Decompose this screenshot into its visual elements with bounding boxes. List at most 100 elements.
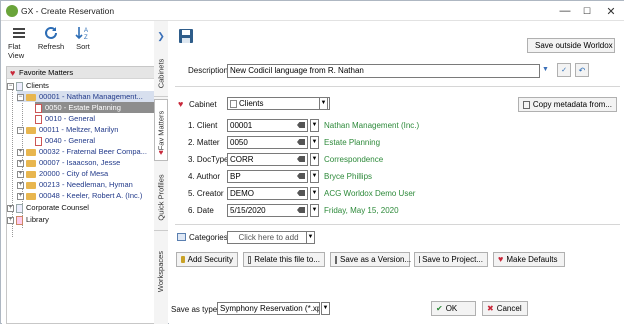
- tree-header-label: Favorite Matters: [19, 68, 74, 77]
- app-logo-icon: [6, 5, 18, 17]
- folder-icon: [26, 93, 36, 101]
- tree-item-client-00048[interactable]: +00048 - Keeler, Robert A. (Inc.): [17, 190, 165, 201]
- folder-icon: [26, 159, 36, 167]
- tree-item-label: 0050 - Estate Planning: [45, 103, 121, 112]
- tab-cabinets[interactable]: Cabinets: [154, 51, 168, 97]
- tree-item-client-00011[interactable]: − 00011 - Meltzer, Marilyn: [17, 124, 165, 135]
- expand-icon[interactable]: +: [7, 204, 14, 212]
- add-security-button[interactable]: Add Security: [176, 252, 238, 267]
- client-input[interactable]: 00001: [227, 119, 308, 132]
- save-outside-label: Save outside Worldox: [535, 41, 613, 50]
- save-as-type-select[interactable]: Symphony Reservation (*.xpf): [217, 302, 320, 315]
- tree-item-label: Corporate Counsel: [26, 203, 89, 212]
- creator-description: ACG Worldox Demo User: [324, 189, 416, 198]
- tab-quick-profiles[interactable]: Quick Profiles: [154, 165, 168, 231]
- tree-item-client-00213[interactable]: +00213 - Needleman, Hyman: [17, 179, 165, 190]
- window-title: GX - Create Reservation: [21, 6, 115, 16]
- title-bar: GX - Create Reservation — ☐ ✕: [1, 1, 624, 21]
- tree-item-matter-0010[interactable]: 0010 - General: [35, 113, 165, 124]
- expand-icon[interactable]: +: [17, 192, 24, 200]
- save-outside-worldox-button[interactable]: Save outside Worldox: [527, 38, 615, 53]
- add-security-label: Add Security: [187, 255, 233, 264]
- collapse-icon[interactable]: −: [17, 126, 24, 134]
- refresh-button[interactable]: Refresh: [34, 24, 68, 51]
- favorite-cabinet-icon: ♥: [178, 99, 184, 109]
- collapse-panel-icon[interactable]: ❯: [154, 29, 168, 43]
- expand-icon[interactable]: +: [17, 181, 24, 189]
- description-input[interactable]: New Codicil language from R. Nathan: [227, 64, 540, 78]
- tab-workspaces[interactable]: Workspaces: [154, 243, 168, 299]
- client-dropdown-icon[interactable]: ▼: [310, 119, 319, 132]
- description-dropdown-icon[interactable]: ▼: [542, 66, 549, 73]
- tree-item-client-00001[interactable]: − 00001 - Nathan Management...: [17, 91, 165, 102]
- author-dropdown-icon[interactable]: ▼: [310, 170, 319, 183]
- cabinet-label: Cabinet: [189, 100, 217, 109]
- date-dropdown-icon[interactable]: ▼: [310, 204, 319, 217]
- tree-item-client-00032[interactable]: +00032 - Fraternal Beer Compa...: [17, 146, 165, 157]
- date-input[interactable]: 5/15/2020: [227, 204, 308, 217]
- cabinet-dropdown-icon[interactable]: ▼: [319, 97, 328, 110]
- tree-item-corporate-counsel[interactable]: + Corporate Counsel: [7, 202, 165, 213]
- refresh-label: Refresh: [37, 42, 65, 51]
- save-disk-icon[interactable]: [178, 28, 194, 46]
- tree-item-client-20000[interactable]: +20000 - City of Mesa: [17, 168, 165, 179]
- ok-button[interactable]: ✔ OK: [431, 301, 476, 316]
- minimize-button[interactable]: —: [557, 3, 573, 19]
- fav-heart-icon: ♥: [158, 147, 164, 157]
- spellcheck-button[interactable]: ✓: [557, 63, 571, 77]
- save-to-project-label: Save to Project...: [422, 255, 483, 264]
- categories-dropdown-icon[interactable]: ▼: [306, 231, 315, 244]
- tree-item-label: 00001 - Nathan Management...: [39, 92, 143, 101]
- sort-button[interactable]: AZ Sort: [66, 24, 100, 51]
- make-defaults-button[interactable]: ♥ Make Defaults: [493, 252, 565, 267]
- sort-icon: AZ: [66, 24, 100, 42]
- left-panel: Flat View Refresh AZ Sort ♥ Favorite Mat…: [2, 21, 168, 324]
- author-label: 4. Author: [188, 172, 221, 181]
- matter-dropdown-icon[interactable]: ▼: [310, 136, 319, 149]
- expand-icon[interactable]: +: [17, 170, 24, 178]
- tree-item-label: 00011 - Meltzer, Marilyn: [39, 125, 119, 134]
- tab-quick-profiles-label: Quick Profiles: [156, 174, 166, 221]
- expand-icon[interactable]: +: [17, 148, 24, 156]
- doctype-dropdown-icon[interactable]: ▼: [310, 153, 319, 166]
- expand-icon[interactable]: +: [7, 216, 14, 224]
- save-to-project-button[interactable]: Save to Project...: [414, 252, 488, 267]
- author-input[interactable]: BP: [227, 170, 308, 183]
- tree-item-library[interactable]: + Library: [7, 214, 165, 225]
- collapse-icon[interactable]: −: [7, 82, 14, 90]
- undo-button[interactable]: ↶: [575, 63, 589, 77]
- cabinet-select[interactable]: Clients: [227, 97, 330, 110]
- matter-input[interactable]: 0050: [227, 136, 308, 149]
- flat-view-button[interactable]: Flat View: [2, 24, 36, 60]
- tree-item-matter-0040[interactable]: 0040 - General: [35, 135, 165, 146]
- matter-icon: [35, 114, 42, 124]
- doctype-input[interactable]: CORR: [227, 153, 308, 166]
- expand-icon[interactable]: +: [17, 159, 24, 167]
- save-as-type-dropdown-icon[interactable]: ▼: [321, 302, 330, 315]
- maximize-button[interactable]: ☐: [579, 3, 595, 19]
- date-label: 6. Date: [188, 206, 214, 215]
- creator-input[interactable]: DEMO: [227, 187, 308, 200]
- tree-item-clients[interactable]: − Clients: [7, 80, 165, 91]
- cabinet-value: Clients: [239, 99, 264, 108]
- close-button[interactable]: ✕: [603, 3, 619, 19]
- tree-item-label: 0010 - General: [45, 114, 96, 123]
- tree-item-matter-0050[interactable]: 0050 - Estate Planning: [35, 102, 165, 113]
- collapse-icon[interactable]: −: [17, 93, 24, 101]
- cancel-button[interactable]: ✖ Cancel: [482, 301, 528, 316]
- creator-label: 5. Creator: [188, 189, 224, 198]
- heart-icon: ♥: [498, 254, 504, 264]
- categories-input[interactable]: Click here to add: [227, 231, 308, 244]
- creator-dropdown-icon[interactable]: ▼: [310, 187, 319, 200]
- refresh-icon: [34, 24, 68, 42]
- svg-text:Z: Z: [84, 35, 88, 41]
- tree-item-label: Library: [26, 215, 49, 224]
- copy-metadata-button[interactable]: Copy metadata from...: [518, 97, 617, 112]
- save-as-version-button[interactable]: Save as a Version...: [330, 252, 411, 267]
- flat-view-icon: [2, 24, 36, 42]
- relate-file-button[interactable]: Relate this file to...: [243, 252, 325, 267]
- tree-item-client-00007[interactable]: +00007 - Isaacson, Jesse: [17, 157, 165, 168]
- sort-label: Sort: [76, 42, 90, 51]
- create-reservation-window: GX - Create Reservation — ☐ ✕ Flat View …: [0, 0, 624, 324]
- tree-item-label: 00048 - Keeler, Robert A. (Inc.): [39, 191, 143, 200]
